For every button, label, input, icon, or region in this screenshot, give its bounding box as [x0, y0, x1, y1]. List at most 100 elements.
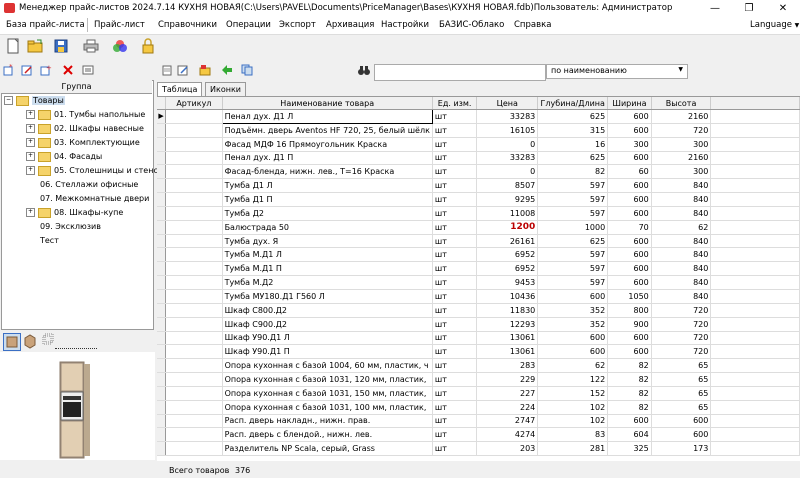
- price-cell[interactable]: 227: [476, 386, 539, 401]
- height-cell[interactable]: 840: [651, 289, 712, 304]
- add-group-icon[interactable]: *: [3, 63, 15, 76]
- unit-cell[interactable]: шт: [432, 109, 478, 124]
- copy-icon[interactable]: [241, 64, 253, 76]
- menu-operations[interactable]: Операции: [226, 20, 271, 30]
- width-cell[interactable]: 82: [607, 372, 652, 387]
- row-pointer-icon[interactable]: ▶: [157, 109, 167, 124]
- height-cell[interactable]: 840: [651, 261, 712, 277]
- table-row[interactable]: Фасад МДФ 16 Прямоугольник Краска шт 0 16 30…: [157, 137, 800, 152]
- width-cell[interactable]: 600: [607, 247, 652, 263]
- price-cell[interactable]: 26161: [476, 234, 539, 249]
- price-cell[interactable]: 33283: [476, 151, 539, 166]
- height-cell[interactable]: 62: [651, 220, 712, 235]
- article-cell[interactable]: [165, 137, 223, 152]
- row-indicator[interactable]: [157, 206, 167, 221]
- unit-cell[interactable]: шт: [432, 123, 478, 138]
- table-row[interactable]: ▶ Пенал дух. Д1 Лшт 33283 625 600 2160: [157, 109, 800, 124]
- unit-cell[interactable]: шт: [432, 303, 478, 318]
- height-cell[interactable]: 2160: [651, 151, 712, 166]
- article-cell[interactable]: [165, 414, 223, 429]
- row-indicator[interactable]: [157, 137, 167, 152]
- row-indicator[interactable]: [157, 303, 167, 318]
- width-cell[interactable]: 600: [607, 234, 652, 249]
- name-cell[interactable]: Тумба Д1 П: [222, 192, 433, 207]
- price-cell[interactable]: 10436: [476, 289, 539, 304]
- row-indicator[interactable]: [157, 192, 167, 207]
- article-cell[interactable]: [165, 109, 223, 124]
- height-cell[interactable]: 840: [651, 247, 712, 263]
- expand-icon[interactable]: +: [26, 152, 35, 161]
- article-cell[interactable]: [165, 400, 223, 415]
- row-indicator[interactable]: [157, 331, 167, 346]
- arrow-left-icon[interactable]: [221, 64, 233, 76]
- price-cell[interactable]: 1200: [476, 220, 539, 235]
- height-cell[interactable]: 173: [651, 441, 712, 457]
- name-cell[interactable]: Фасад МДФ 16 Прямоугольник Краска: [222, 137, 433, 152]
- column-header[interactable]: Ед. изм.: [432, 97, 478, 110]
- price-cell[interactable]: 0: [476, 137, 539, 152]
- table-row[interactable]: Тумба Д1 Пшт 9295 597 600 840: [157, 192, 800, 207]
- price-cell[interactable]: 4274: [476, 427, 539, 443]
- view-2d-icon[interactable]: [3, 333, 21, 351]
- article-cell[interactable]: [165, 192, 223, 207]
- name-cell[interactable]: Расп. дверь накладн., нижн. прав.: [222, 414, 433, 429]
- menu-basis-cloud[interactable]: БАЗИС-Облако: [439, 20, 504, 30]
- height-cell[interactable]: 840: [651, 206, 712, 221]
- row-indicator[interactable]: [157, 372, 167, 387]
- depth-cell[interactable]: 122: [537, 372, 609, 387]
- table-row[interactable]: Опора кухонная с базой 1004, 60 мм, плас…: [157, 358, 800, 374]
- save-icon[interactable]: [53, 38, 69, 54]
- unit-cell[interactable]: шт: [432, 427, 478, 443]
- height-cell[interactable]: 65: [651, 372, 712, 387]
- minimize-button[interactable]: —: [698, 0, 732, 17]
- row-indicator[interactable]: [157, 164, 167, 180]
- height-cell[interactable]: 720: [651, 331, 712, 346]
- depth-cell[interactable]: 597: [537, 261, 609, 277]
- height-cell[interactable]: 840: [651, 275, 712, 290]
- table-row[interactable]: Шкаф У90.Д1 Лшт 13061 600 600 720: [157, 331, 800, 346]
- expand-icon[interactable]: +: [26, 124, 35, 133]
- row-indicator[interactable]: [157, 441, 167, 457]
- table-row[interactable]: Опора кухонная с базой 1031, 120 мм, пла…: [157, 372, 800, 387]
- row-indicator[interactable]: [157, 247, 167, 263]
- unit-cell[interactable]: шт: [432, 441, 478, 457]
- depth-cell[interactable]: 82: [537, 164, 609, 180]
- width-cell[interactable]: 600: [607, 109, 652, 124]
- article-cell[interactable]: [165, 206, 223, 221]
- row-indicator[interactable]: [157, 234, 167, 249]
- width-cell[interactable]: 82: [607, 386, 652, 401]
- price-cell[interactable]: 229: [476, 372, 539, 387]
- table-row[interactable]: Тумба М.Д2 шт 9453 597 600 840: [157, 275, 800, 290]
- tree-root[interactable]: − Товары: [4, 94, 150, 108]
- table-row[interactable]: Тумба МУ180.Д1 Г560 Лшт 10436 600 1050 840: [157, 289, 800, 304]
- tree-item[interactable]: 06. Стеллажи офисные: [4, 178, 150, 192]
- edit-group-icon[interactable]: [21, 64, 33, 76]
- column-header[interactable]: Высота: [651, 97, 712, 110]
- article-cell[interactable]: [165, 275, 223, 290]
- depth-cell[interactable]: 352: [537, 303, 609, 318]
- tree-item[interactable]: +02. Шкафы навесные: [4, 122, 150, 136]
- open-folder-icon[interactable]: [27, 38, 43, 54]
- width-cell[interactable]: 600: [607, 192, 652, 207]
- unit-cell[interactable]: шт: [432, 137, 478, 152]
- tab-table[interactable]: Таблица: [157, 82, 203, 97]
- height-cell[interactable]: 720: [651, 123, 712, 138]
- menu-pricelist[interactable]: Прайс-лист: [94, 20, 145, 30]
- name-cell[interactable]: Тумба МУ180.Д1 Г560 Л: [222, 289, 433, 304]
- name-cell[interactable]: Опора кухонная с базой 1004, 60 мм, плас…: [222, 358, 433, 374]
- row-indicator[interactable]: [157, 400, 167, 415]
- table-row[interactable]: Тумба М.Д1 Пшт 6952 597 600 840: [157, 261, 800, 277]
- width-cell[interactable]: 600: [607, 206, 652, 221]
- unit-cell[interactable]: шт: [432, 247, 478, 263]
- name-cell[interactable]: Разделитель NP Scala, серый, Grass: [222, 441, 433, 457]
- row-indicator[interactable]: [157, 317, 167, 332]
- expand-icon[interactable]: +: [26, 138, 35, 147]
- unit-cell[interactable]: шт: [432, 358, 478, 374]
- unit-cell[interactable]: шт: [432, 192, 478, 207]
- column-header[interactable]: Наименование товара: [222, 97, 433, 110]
- column-header[interactable]: Глубина/Длина: [537, 97, 609, 110]
- article-cell[interactable]: [165, 178, 223, 194]
- width-cell[interactable]: 600: [607, 123, 652, 138]
- width-cell[interactable]: 900: [607, 317, 652, 332]
- width-cell[interactable]: 70: [607, 220, 652, 235]
